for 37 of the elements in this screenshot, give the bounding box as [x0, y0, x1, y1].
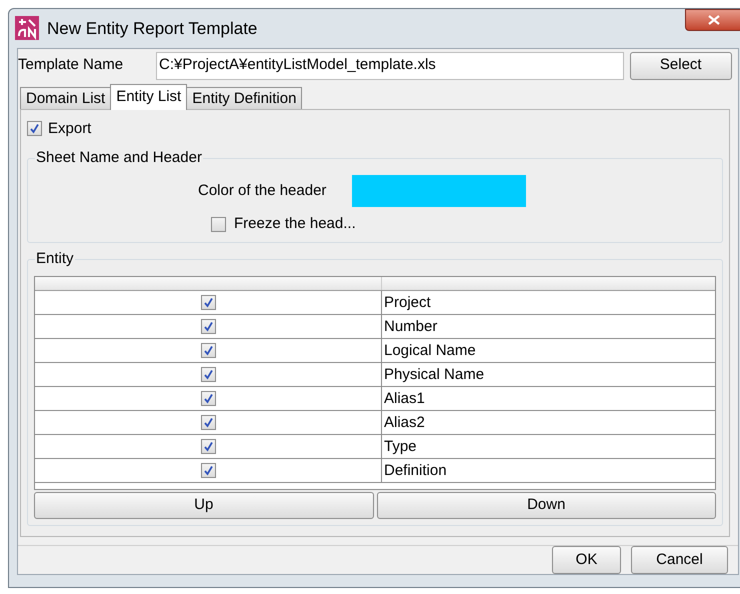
table-cell-text: Logical Name	[383, 341, 477, 361]
close-icon	[708, 15, 720, 25]
row-checkbox[interactable]	[200, 415, 216, 430]
table-cell-text: Alias2	[383, 413, 426, 433]
table-cell-text: Type	[383, 437, 418, 457]
row-checkbox[interactable]	[200, 463, 216, 478]
freeze-label: Freeze the head...	[234, 214, 356, 234]
row-checkbox[interactable]	[200, 391, 216, 406]
header-color-label: Color of the header	[198, 180, 326, 201]
template-name-field[interactable]: C:¥ProjectA¥entityListModel_template.xls	[156, 52, 624, 80]
freeze-checkbox[interactable]	[211, 216, 226, 232]
row-checkbox[interactable]	[200, 295, 216, 310]
group-title: Entity	[35, 250, 75, 268]
window-title: New Entity Report Template	[47, 18, 258, 40]
row-checkbox[interactable]	[200, 319, 216, 334]
header-color-swatch[interactable]	[352, 175, 526, 207]
export-label: Export	[48, 118, 92, 138]
tab[interactable]: Entity List	[110, 84, 188, 110]
table-cell-text: Number	[383, 317, 438, 337]
move-button[interactable]: Down	[376, 492, 716, 519]
select-button[interactable]: Select	[630, 52, 732, 80]
close-button[interactable]	[685, 9, 740, 31]
row-checkbox[interactable]	[200, 343, 216, 358]
export-checkbox[interactable]	[27, 121, 42, 136]
table-cell-text: Definition	[383, 461, 448, 481]
app-logo-icon	[15, 16, 39, 40]
row-checkbox[interactable]	[200, 439, 216, 454]
table-cell-text: Physical Name	[383, 365, 486, 385]
table-cell-text: Project	[383, 293, 432, 313]
dialog-button[interactable]: Cancel	[631, 546, 728, 574]
dialog-button[interactable]: OK	[552, 546, 621, 574]
row-checkbox[interactable]	[200, 367, 216, 382]
tab[interactable]: Domain List	[20, 86, 112, 110]
template-name-label: Template Name	[18, 55, 124, 76]
move-button[interactable]: Up	[34, 492, 374, 519]
tab[interactable]: Entity Definition	[186, 86, 302, 110]
table-cell-text: Alias1	[383, 389, 426, 409]
